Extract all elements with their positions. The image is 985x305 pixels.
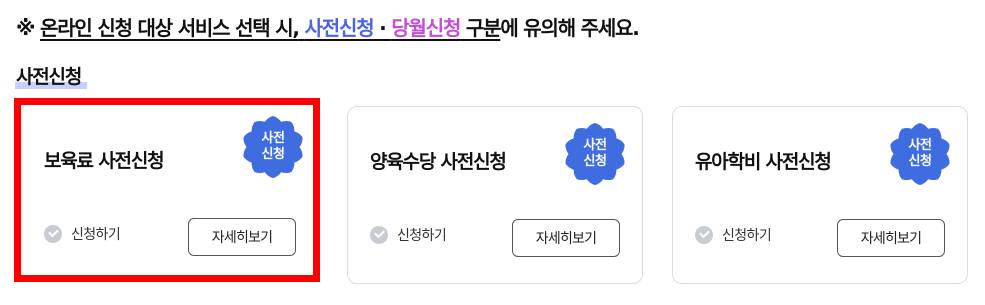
- apply-status[interactable]: 신청하기: [44, 224, 121, 244]
- apply-status[interactable]: 신청하기: [695, 225, 772, 245]
- notice-part3: 에 유의해 주세요.: [500, 16, 640, 40]
- notice-part2: 구분: [460, 16, 502, 40]
- notice-current-month: 당월신청: [391, 16, 461, 40]
- check-circle-icon: [695, 226, 713, 244]
- notice-pre-application: 사전신청: [304, 16, 375, 40]
- notice-text: ※ 온라인 신청 대상 서비스 선택 시, 사전신청 · 당월신청 구분에 유의…: [16, 14, 640, 42]
- pre-application-badge-icon: 사전 신청: [240, 114, 306, 180]
- section-title: 사전신청: [15, 64, 88, 90]
- notice-part1: 온라인 신청 대상 서비스 선택 시,: [40, 16, 300, 40]
- detail-button[interactable]: 자세히보기: [837, 219, 945, 257]
- apply-label: 신청하기: [397, 228, 447, 244]
- card-title: 유아학비 사전신청: [695, 151, 832, 173]
- card-title: 양육수당 사전신청: [370, 151, 507, 173]
- notice-prefix: ※: [16, 16, 41, 40]
- notice-dot: ·: [373, 16, 392, 40]
- detail-button[interactable]: 자세히보기: [512, 219, 620, 257]
- check-circle-icon: [44, 225, 62, 243]
- detail-button[interactable]: 자세히보기: [188, 218, 296, 256]
- service-card-childcare-fee[interactable]: 보육료 사전신청 사전 신청 신청하기 자세히보기: [24, 108, 310, 272]
- pre-application-badge-icon: 사전 신청: [887, 121, 953, 187]
- apply-status[interactable]: 신청하기: [370, 225, 447, 245]
- pre-application-badge-icon: 사전 신청: [562, 121, 628, 187]
- service-card-parenting-allowance[interactable]: 양육수당 사전신청 사전 신청 신청하기 자세히보기: [347, 106, 643, 284]
- service-card-kindergarten-tuition[interactable]: 유아학비 사전신청 사전 신청 신청하기 자세히보기: [672, 106, 968, 284]
- check-circle-icon: [370, 226, 388, 244]
- apply-label: 신청하기: [71, 227, 121, 243]
- card-title: 보육료 사전신청: [44, 150, 165, 172]
- apply-label: 신청하기: [722, 228, 772, 244]
